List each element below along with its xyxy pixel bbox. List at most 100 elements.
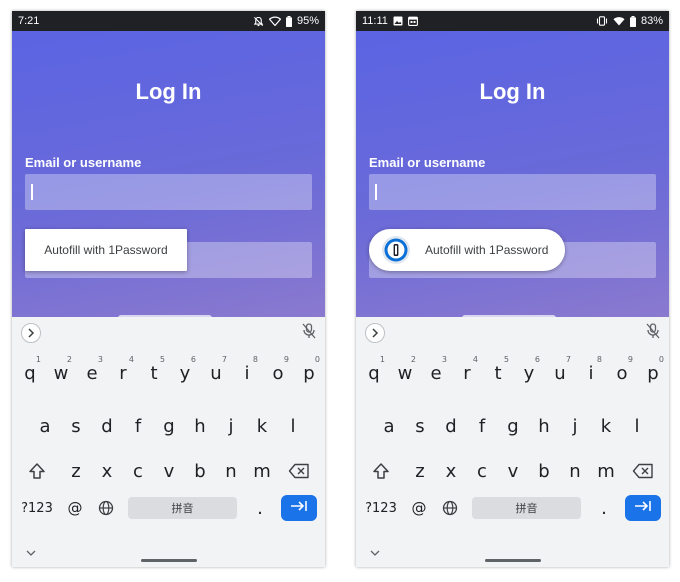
phone-screen-left: 7:21 95% Log In Email or username Autofi…	[12, 11, 325, 567]
key-b[interactable]: b	[529, 454, 559, 488]
key-h[interactable]: h	[529, 409, 559, 443]
key-i[interactable]: i8	[576, 355, 606, 390]
email-field[interactable]	[369, 174, 656, 210]
key-o[interactable]: o9	[263, 355, 293, 390]
key-c[interactable]: c	[467, 454, 497, 488]
key-p[interactable]: p0	[294, 355, 324, 390]
shift-icon[interactable]	[364, 454, 398, 488]
keyboard-collapse-icon[interactable]	[370, 543, 380, 561]
gesture-nav-handle[interactable]	[141, 559, 197, 562]
key-j[interactable]: j	[216, 409, 246, 443]
key-x[interactable]: x	[436, 454, 466, 488]
key-z[interactable]: z	[61, 454, 91, 488]
shift-icon[interactable]	[20, 454, 54, 488]
key-s[interactable]: s	[405, 409, 435, 443]
key-l[interactable]: l	[622, 409, 652, 443]
key-k[interactable]: k	[591, 409, 621, 443]
autofill-suggestion[interactable]: Autofill with 1Password	[369, 229, 565, 271]
key-g[interactable]: g	[154, 409, 184, 443]
key-b[interactable]: b	[185, 454, 215, 488]
calendar-icon	[407, 16, 418, 26]
key-p[interactable]: p0	[638, 355, 668, 390]
email-label: Email or username	[369, 155, 486, 170]
keyboard-collapse-icon[interactable]	[26, 543, 36, 561]
key-n[interactable]: n	[216, 454, 246, 488]
key-c[interactable]: c	[123, 454, 153, 488]
key-k[interactable]: k	[247, 409, 277, 443]
key-y[interactable]: y6	[170, 355, 200, 390]
keyboard-expand-icon[interactable]	[365, 323, 385, 343]
key-o[interactable]: o9	[607, 355, 637, 390]
key-a[interactable]: a	[30, 409, 60, 443]
key-r[interactable]: r4	[452, 355, 482, 390]
onepassword-logo-icon	[381, 235, 411, 265]
phone-screen-right: 11:11 83% Log In Email or username Autof…	[356, 11, 669, 567]
autofill-suggestion[interactable]: Autofill with 1Password	[25, 229, 187, 271]
login-screen: Log In Email or username Autofill with 1…	[12, 31, 325, 321]
key-v[interactable]: v	[154, 454, 184, 488]
key-h[interactable]: h	[185, 409, 215, 443]
autofill-label: Autofill with 1Password	[425, 243, 549, 257]
key-m[interactable]: m	[247, 454, 277, 488]
period-key[interactable]: .	[245, 491, 275, 525]
key-i[interactable]: i8	[232, 355, 262, 390]
key-f[interactable]: f	[467, 409, 497, 443]
key-t[interactable]: t5	[139, 355, 169, 390]
backspace-icon[interactable]	[282, 454, 316, 488]
enter-key[interactable]	[625, 495, 661, 521]
battery-icon	[285, 15, 292, 27]
vibrate-icon	[596, 16, 608, 26]
keyboard: q1 w2 e3 r4 t5 y6 u7 i8 o9 p0 a s d f g …	[356, 317, 669, 567]
space-key[interactable]: 拼音	[472, 497, 581, 519]
enter-arrow-icon	[634, 499, 652, 517]
key-n[interactable]: n	[560, 454, 590, 488]
key-q[interactable]: q1	[15, 355, 45, 390]
key-t[interactable]: t5	[483, 355, 513, 390]
key-q[interactable]: q1	[359, 355, 389, 390]
key-g[interactable]: g	[498, 409, 528, 443]
key-s[interactable]: s	[61, 409, 91, 443]
globe-icon[interactable]	[92, 491, 120, 525]
key-r[interactable]: r4	[108, 355, 138, 390]
email-field[interactable]	[25, 174, 312, 210]
mic-off-icon[interactable]	[646, 323, 660, 344]
keyboard-toolbar	[12, 317, 325, 347]
key-z[interactable]: z	[405, 454, 435, 488]
key-e[interactable]: e3	[77, 355, 107, 390]
mic-off-icon[interactable]	[302, 323, 316, 344]
page-title: Log In	[479, 79, 546, 104]
key-u[interactable]: u7	[201, 355, 231, 390]
key-y[interactable]: y6	[514, 355, 544, 390]
period-key[interactable]: .	[589, 491, 619, 525]
space-key[interactable]: 拼音	[128, 497, 237, 519]
wifi-icon	[268, 16, 281, 26]
gesture-nav-handle[interactable]	[485, 559, 541, 562]
keyboard-toolbar	[356, 317, 669, 347]
key-f[interactable]: f	[123, 409, 153, 443]
key-d[interactable]: d	[436, 409, 466, 443]
key-u[interactable]: u7	[545, 355, 575, 390]
wifi-icon	[613, 16, 625, 26]
key-v[interactable]: v	[498, 454, 528, 488]
globe-icon[interactable]	[436, 491, 464, 525]
enter-arrow-icon	[290, 499, 308, 517]
symbols-key[interactable]: ?123	[359, 491, 403, 525]
status-bar: 11:11 83%	[356, 11, 669, 31]
key-e[interactable]: e3	[421, 355, 451, 390]
notifications-off-icon	[253, 16, 264, 27]
key-w[interactable]: w2	[46, 355, 76, 390]
symbols-key[interactable]: ?123	[15, 491, 59, 525]
key-l[interactable]: l	[278, 409, 308, 443]
at-key[interactable]: @	[404, 491, 434, 525]
key-a[interactable]: a	[374, 409, 404, 443]
at-key[interactable]: @	[60, 491, 90, 525]
key-m[interactable]: m	[591, 454, 621, 488]
enter-key[interactable]	[281, 495, 317, 521]
key-x[interactable]: x	[92, 454, 122, 488]
key-w[interactable]: w2	[390, 355, 420, 390]
key-j[interactable]: j	[560, 409, 590, 443]
image-icon	[393, 16, 403, 26]
backspace-icon[interactable]	[626, 454, 660, 488]
key-d[interactable]: d	[92, 409, 122, 443]
keyboard-expand-icon[interactable]	[21, 323, 41, 343]
